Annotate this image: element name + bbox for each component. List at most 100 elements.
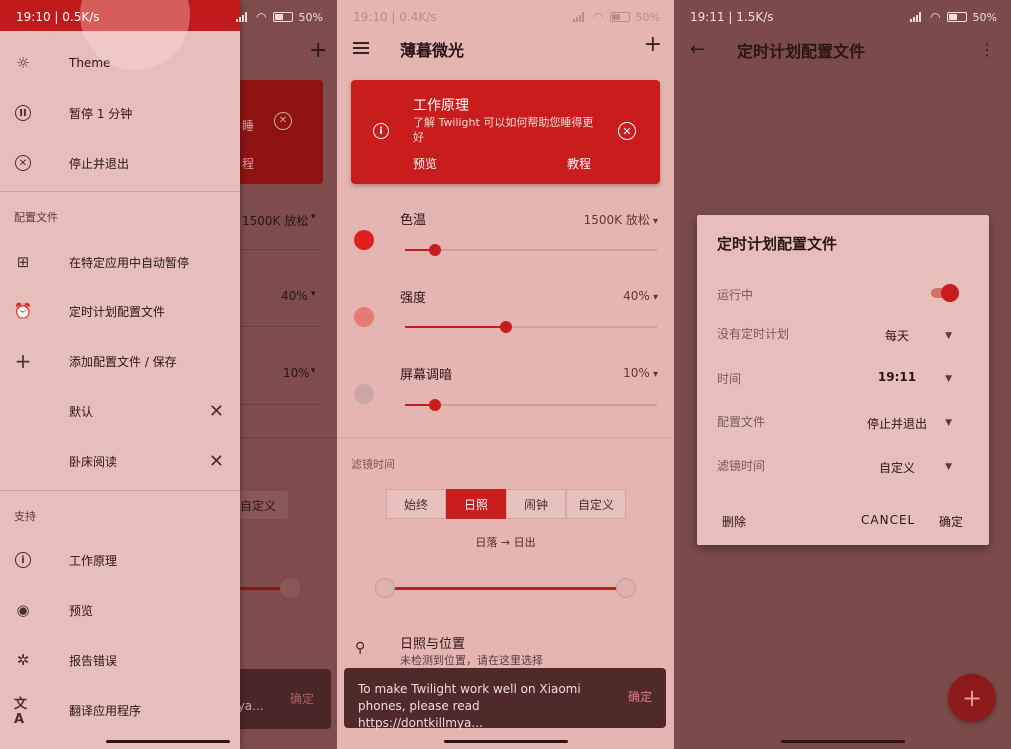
intensity-slider[interactable] <box>405 321 657 333</box>
intensity-indicator <box>354 307 374 327</box>
signal-icon <box>910 12 924 22</box>
profile-dropdown[interactable]: 停止并退出 <box>857 415 937 432</box>
time-range-slider[interactable] <box>375 578 636 598</box>
battery-icon <box>946 12 967 22</box>
signal-icon <box>573 12 587 22</box>
delete-profile-icon[interactable]: ✕ <box>209 401 224 422</box>
wifi-icon: ◠ <box>256 10 267 24</box>
running-label: 运行中 <box>717 288 754 302</box>
color-temp-dropdown[interactable]: 1500K 放松 <box>584 211 658 228</box>
slider-thumb[interactable] <box>499 321 512 333</box>
drawer-item-auto-pause[interactable]: ⊞ 在特定应用中自动暂停 <box>0 244 240 280</box>
peek-custom-chip: 自定义 <box>236 491 288 519</box>
divider <box>0 490 240 491</box>
segment-sunlight[interactable]: 日照 <box>446 489 506 519</box>
location-pin-icon: ⚲ <box>355 640 366 656</box>
gesture-bar <box>780 740 905 743</box>
app-title: 薄暮微光 <box>400 41 465 60</box>
dismiss-card-icon[interactable]: ✕ <box>618 122 636 140</box>
snackbar-text: To make Twilight work well on Xiaomi pho… <box>358 682 581 730</box>
status-bar: 19:10 | 0.4K/s ◠ 50% <box>353 10 660 24</box>
add-schedule-fab[interactable]: + <box>948 674 996 722</box>
add-profile-icon[interactable]: + <box>644 32 662 57</box>
location-title[interactable]: 日照与位置 <box>400 633 465 652</box>
running-toggle[interactable] <box>931 284 959 302</box>
caret-down-icon: ▼ <box>945 374 952 384</box>
drawer-item-translate[interactable]: 文A 翻译应用程序 <box>0 692 240 728</box>
ok-button[interactable]: 确定 <box>939 513 963 530</box>
caret-down-icon: ▼ <box>945 418 952 428</box>
dim-indicator <box>354 384 374 404</box>
how-it-works-card: i 工作原理 了解 Twilight 可以如何帮助您睡得更好 ✕ 预览 教程 <box>351 80 660 184</box>
theme-icon: ☼ <box>16 54 30 72</box>
dim-dropdown[interactable]: 10% <box>623 366 658 380</box>
tutorial-button[interactable]: 教程 <box>567 155 591 172</box>
drawer-item-profile-bed-reading[interactable]: 卧床阅读 ✕ <box>0 443 240 479</box>
range-start-thumb[interactable] <box>375 578 395 598</box>
apps-grid-icon: ⊞ <box>16 253 30 271</box>
segment-alarm[interactable]: 闹钟 <box>506 489 566 519</box>
caret-down-icon: ▼ <box>945 331 952 341</box>
drawer-item-add-profile[interactable]: + 添加配置文件 / 保存 <box>0 343 240 379</box>
drawer-item-report-bug[interactable]: ✲ 报告错误 <box>0 642 240 678</box>
status-bar: 19:11 | 1.5K/s ◠ 50% <box>690 10 997 24</box>
schedule-dialog: 定时计划配置文件 运行中 没有定时计划 每天 ▼ 时间 19:11 ▼ 配置文件… <box>697 215 989 545</box>
gesture-bar <box>106 740 230 743</box>
filter-time-label: 滤镜时间 <box>717 459 766 473</box>
battery-icon <box>272 12 293 22</box>
peek-close-icon: ✕ <box>274 112 292 130</box>
range-end-thumb[interactable] <box>616 578 636 598</box>
bug-icon: ✲ <box>16 651 30 669</box>
drawer-item-pause[interactable]: II 暂停 1 分钟 <box>0 95 240 131</box>
caret-down-icon: ▼ <box>945 462 952 472</box>
intensity-dropdown[interactable]: 40% <box>623 289 658 303</box>
schedule-profile-screen: 19:11 | 1.5K/s ◠ 50% ← 定时计划配置文件 ⋮ 定时计划配置… <box>674 0 1011 749</box>
back-arrow-icon[interactable]: ← <box>690 39 705 60</box>
snackbar-ok-button[interactable]: 确定 <box>628 689 652 706</box>
dim-label: 屏幕调暗 <box>400 368 453 383</box>
profile-label: 配置文件 <box>717 415 766 429</box>
drawer-item-how-it-works[interactable]: i 工作原理 <box>0 542 240 578</box>
more-vert-icon[interactable]: ⋮ <box>979 40 995 59</box>
wifi-icon: ◠ <box>593 10 604 24</box>
slider-thumb[interactable] <box>429 399 442 411</box>
filter-time-label: 滤镜时间 <box>351 458 395 471</box>
color-temp-slider[interactable] <box>405 244 657 256</box>
plus-icon: + <box>14 349 32 373</box>
drawer-item-preview[interactable]: ◉ 预览 <box>0 592 240 628</box>
drawer-item-stop-exit[interactable]: ✕ 停止并退出 <box>0 145 240 181</box>
pause-icon: II <box>14 104 32 122</box>
menu-icon[interactable] <box>353 42 369 54</box>
slider-thumb[interactable] <box>429 244 442 256</box>
filter-time-segmented-control: 始终 日照 闹钟 自定义 <box>386 489 626 519</box>
sunset-sunrise-text: 日落 → 日出 <box>475 536 536 549</box>
drawer-item-profile-default[interactable]: 默认 ✕ <box>0 393 240 429</box>
snackbar: To make Twilight work well on Xiaomi pho… <box>344 668 666 730</box>
schedule-dropdown[interactable]: 每天 <box>857 327 937 344</box>
segment-always[interactable]: 始终 <box>386 489 446 519</box>
wifi-icon: ◠ <box>930 10 941 24</box>
dim-slider[interactable] <box>405 399 657 411</box>
divider <box>0 191 240 192</box>
delete-profile-icon[interactable]: ✕ <box>209 451 224 472</box>
delete-button[interactable]: 删除 <box>722 513 746 530</box>
cancel-button[interactable]: CANCEL <box>861 513 915 527</box>
peek-plus-icon: + <box>309 38 328 63</box>
battery-icon <box>609 12 630 22</box>
info-icon: i <box>14 551 32 569</box>
time-dropdown[interactable]: 19:11 <box>857 370 937 384</box>
main-screen: 19:10 | 0.4K/s ◠ 50% 薄暮微光 + i 工作原理 了解 Tw… <box>337 0 674 749</box>
drawer-item-schedule-profile[interactable]: ⏰ 定时计划配置文件 <box>0 293 240 329</box>
color-temp-indicator <box>354 230 374 250</box>
section-header-profiles: 配置文件 <box>14 211 58 224</box>
info-icon: i <box>373 123 389 139</box>
eye-icon: ◉ <box>16 601 30 619</box>
preview-button[interactable]: 预览 <box>413 155 437 172</box>
filter-time-dropdown[interactable]: 自定义 <box>857 459 937 476</box>
time-label: 时间 <box>717 372 742 386</box>
status-bar: 19:10 | 0.5K/s ◠ 50% <box>16 10 323 24</box>
translate-icon: 文A <box>14 697 28 727</box>
location-subtitle: 未检测到位置，请在这里选择 <box>400 654 543 667</box>
segment-custom[interactable]: 自定义 <box>566 489 626 519</box>
signal-icon <box>236 12 250 22</box>
